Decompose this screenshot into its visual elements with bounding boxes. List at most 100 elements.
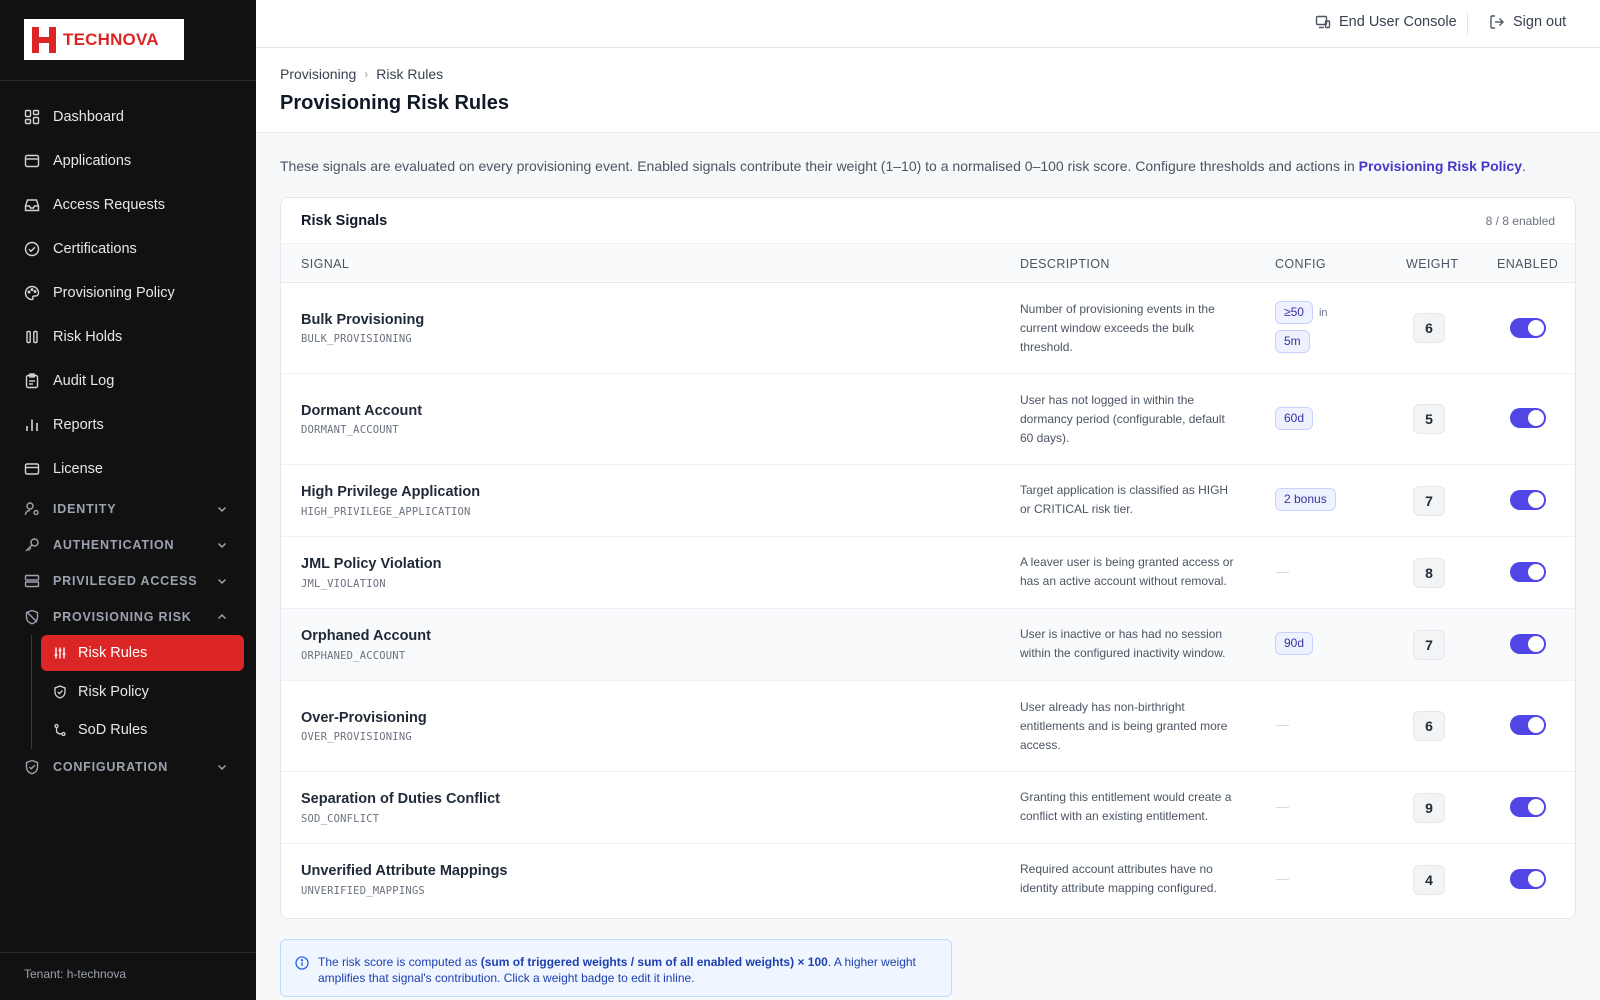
table-row: JML Policy Violation JML_VIOLATION A lea… — [281, 537, 1575, 609]
enabled-count: 8 / 8 enabled — [1485, 213, 1555, 228]
info-formula: (sum of triggered weights / sum of all e… — [480, 955, 828, 969]
intro-text: These signals are evaluated on every pro… — [280, 158, 1526, 174]
shield-check-icon — [25, 759, 39, 775]
topbar: End User Console Sign out — [256, 0, 1600, 48]
weight-badge[interactable]: 6 — [1413, 711, 1445, 741]
signal-description: A leaver user is being granted access or… — [1020, 555, 1234, 588]
enabled-toggle[interactable] — [1510, 869, 1546, 889]
weight-badge[interactable]: 7 — [1413, 486, 1445, 516]
config-chip-threshold[interactable]: ≥50 — [1275, 301, 1313, 324]
table-row: Dormant Account DORMANT_ACCOUNT User has… — [281, 374, 1575, 465]
end-user-console-label: End User Console — [1339, 14, 1457, 30]
section-configuration[interactable]: CONFIGURATION — [0, 749, 256, 785]
signal-name: High Privilege Application — [301, 484, 481, 500]
config-chip[interactable]: 2 bonus — [1275, 488, 1336, 511]
sidebar-item-sod-rules[interactable]: SoD Rules — [0, 711, 256, 749]
brand-logo[interactable]: TECHNOVA — [24, 19, 184, 60]
sidebar-item-reports[interactable]: Reports — [0, 403, 256, 447]
column-enabled: ENABLED — [1497, 257, 1559, 271]
sidebar-item-license[interactable]: License — [0, 447, 256, 491]
user-cog-icon — [24, 502, 39, 516]
sidebar-item-provisioning-policy[interactable]: Provisioning Policy — [0, 271, 256, 315]
section-identity[interactable]: IDENTITY — [0, 491, 256, 527]
weight-badge[interactable]: 9 — [1413, 793, 1445, 823]
sidebar-item-label: Reports — [53, 417, 104, 433]
bar-chart-icon — [26, 419, 38, 431]
config-chip[interactable]: 90d — [1275, 632, 1314, 655]
sign-out-button[interactable]: Sign out — [1489, 14, 1566, 30]
weight-badge[interactable]: 5 — [1413, 404, 1445, 434]
config-joiner: in — [1318, 306, 1328, 319]
weight-badge[interactable]: 4 — [1413, 865, 1445, 895]
signal-description: Target application is classified as HIGH… — [1020, 483, 1229, 516]
brand-name: TECHNOVA — [63, 29, 159, 49]
shield-check-icon — [54, 685, 66, 699]
inbox-icon — [24, 199, 40, 212]
sidebar-item-label: Audit Log — [53, 373, 115, 389]
weight-badge[interactable]: 8 — [1413, 558, 1445, 588]
sidebar-item-label: SoD Rules — [78, 722, 148, 738]
signal-code: SOD_CONFLICT — [301, 813, 380, 825]
config-chip[interactable]: 60d — [1275, 407, 1314, 430]
breadcrumb-provisioning[interactable]: Provisioning — [280, 66, 356, 82]
sidebar-item-certifications[interactable]: Certifications — [0, 227, 256, 271]
column-signal: SIGNAL — [301, 257, 350, 271]
weight-badge[interactable]: 6 — [1413, 313, 1445, 343]
sidebar-item-risk-holds[interactable]: Risk Holds — [0, 315, 256, 359]
chevron-down-icon — [217, 578, 227, 585]
sidebar-item-access-requests[interactable]: Access Requests — [0, 183, 256, 227]
enabled-toggle[interactable] — [1510, 318, 1546, 338]
info-icon — [295, 956, 309, 970]
section-authentication[interactable]: AUTHENTICATION — [0, 527, 256, 563]
column-weight: WEIGHT — [1406, 257, 1459, 271]
clipboard-icon — [25, 373, 39, 389]
score-info-box: The risk score is computed as (sum of tr… — [280, 939, 952, 997]
enabled-toggle[interactable] — [1510, 490, 1546, 510]
signal-code: BULK_PROVISIONING — [301, 333, 412, 345]
git-branch-icon — [54, 723, 66, 737]
enabled-toggle[interactable] — [1510, 408, 1546, 428]
pause-icon — [26, 330, 38, 344]
sign-out-icon — [1490, 15, 1504, 29]
tenant-label: Tenant: h-technova — [0, 952, 256, 1000]
sliders-icon — [54, 647, 66, 659]
sidebar-item-label: Provisioning Policy — [53, 285, 175, 301]
signal-name: Bulk Provisioning — [301, 312, 425, 328]
signal-description: Granting this entitlement would create a… — [1020, 790, 1232, 823]
risk-policy-link[interactable]: Provisioning Risk Policy — [1359, 158, 1522, 174]
sidebar-item-audit-log[interactable]: Audit Log — [0, 359, 256, 403]
signal-description: User already has non-birthright entitlem… — [1020, 700, 1228, 752]
enabled-toggle[interactable] — [1510, 715, 1546, 735]
enabled-toggle[interactable] — [1510, 797, 1546, 817]
signal-config: 60d — [1275, 407, 1355, 430]
section-label: CONFIGURATION — [53, 760, 169, 774]
card-header: Risk Signals 8 / 8 enabled — [281, 198, 1575, 243]
sidebar-item-applications[interactable]: Applications — [0, 139, 256, 183]
sidebar-item-label: Risk Rules — [78, 645, 148, 661]
sidebar-divider — [0, 80, 256, 81]
config-chip-window[interactable]: 5m — [1275, 330, 1310, 353]
sidebar-item-label: License — [53, 461, 103, 477]
end-user-console-button[interactable]: End User Console — [1315, 14, 1457, 30]
sign-out-label: Sign out — [1513, 14, 1567, 30]
signal-code: ORPHANED_ACCOUNT — [301, 650, 406, 662]
section-privileged-access[interactable]: PRIVILEGED ACCESS — [0, 563, 256, 599]
table-row: Bulk Provisioning BULK_PROVISIONING Numb… — [281, 283, 1575, 374]
logo-mark-icon — [32, 26, 56, 53]
breadcrumb: Provisioning › Risk Rules — [280, 66, 443, 82]
enabled-toggle[interactable] — [1510, 562, 1546, 582]
table-row: Orphaned Account ORPHANED_ACCOUNT User i… — [281, 609, 1575, 681]
signal-config: ≥50 in 5m — [1275, 301, 1355, 353]
sidebar-item-risk-policy[interactable]: Risk Policy — [0, 673, 256, 711]
topbar-separator — [1467, 12, 1468, 36]
section-provisioning-risk[interactable]: PROVISIONING RISK — [0, 599, 256, 635]
signal-code: JML_VIOLATION — [301, 578, 386, 590]
chevron-up-icon — [217, 613, 227, 620]
signal-code: DORMANT_ACCOUNT — [301, 424, 399, 436]
sidebar-item-dashboard[interactable]: Dashboard — [0, 95, 256, 139]
monitor-icon — [1315, 15, 1331, 29]
enabled-toggle[interactable] — [1510, 634, 1546, 654]
weight-badge[interactable]: 7 — [1413, 630, 1445, 660]
signal-name: Over-Provisioning — [301, 710, 427, 726]
sidebar-item-risk-rules[interactable]: Risk Rules — [41, 635, 244, 671]
